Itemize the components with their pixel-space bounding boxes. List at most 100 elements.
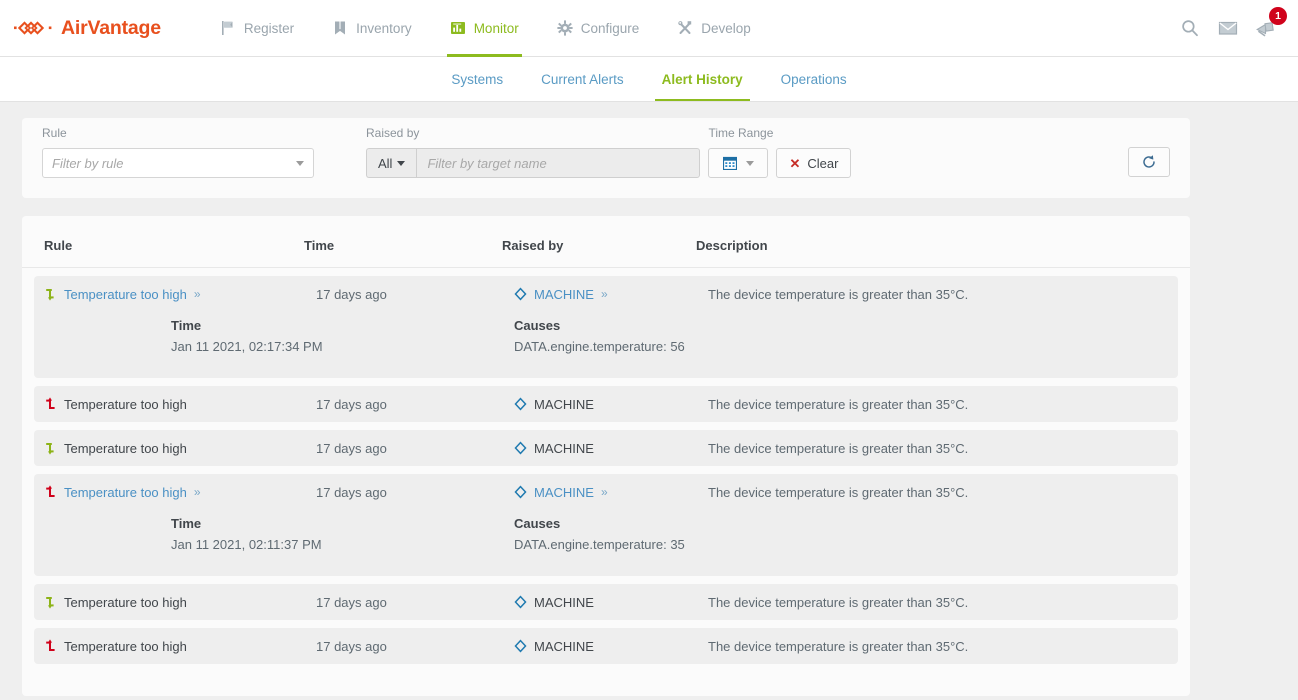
- raised-by-text: MACHINE: [534, 440, 594, 456]
- column-header-raised-by: Raised by: [502, 238, 564, 253]
- tools-icon: [678, 21, 692, 34]
- detail-causes-label: Causes: [514, 318, 561, 333]
- nav-item-register[interactable]: Register: [201, 0, 313, 57]
- table-row[interactable]: Temperature too high 17 days ago MACHINE Th…: [34, 584, 1178, 620]
- nav-item-monitor[interactable]: Monitor: [431, 0, 538, 57]
- rule-text: Temperature too high: [64, 594, 187, 610]
- rule-text: Temperature too high: [64, 396, 187, 412]
- clear-button-label: Clear: [807, 155, 839, 171]
- table-header-row: Rule Time Raised by Description: [22, 216, 1190, 268]
- cell-description: The device temperature is greater than 3…: [708, 440, 969, 456]
- detail-time-block: Time Jan 11 2021, 02:17:34 PM: [34, 318, 514, 354]
- table-row-summary[interactable]: Temperature too high » 17 days ago MACHINE »…: [34, 474, 1178, 510]
- table-row-summary[interactable]: Temperature too high 17 days ago MACHINE Th…: [34, 386, 1178, 422]
- cell-time: 17 days ago: [316, 594, 387, 610]
- tab-alert-history[interactable]: Alert History: [643, 57, 762, 101]
- chevron-right-icon: »: [193, 287, 201, 301]
- cell-raised-by: MACHINE: [514, 639, 708, 654]
- chevron-down-icon: [296, 160, 304, 166]
- cell-raised-by: MACHINE: [514, 397, 708, 412]
- table-row[interactable]: Temperature too high 17 days ago MACHINE Th…: [34, 430, 1178, 466]
- chevron-down-icon: [397, 160, 406, 166]
- time-range-field: Time Range ✕ Clear: [700, 126, 852, 178]
- tab-current-alerts-label: Current Alerts: [541, 71, 624, 87]
- raised-by-input-group: All: [366, 148, 701, 178]
- announcement-badge-count: 1: [1269, 7, 1287, 25]
- rule-link[interactable]: Temperature too high: [64, 485, 187, 500]
- chevron-right-icon: »: [600, 485, 608, 499]
- nav-item-inventory[interactable]: Inventory: [313, 0, 431, 57]
- nav-item-monitor-label: Monitor: [473, 20, 519, 36]
- raised-by-text: MACHINE: [534, 638, 594, 654]
- detail-causes-value: DATA.engine.temperature: 56: [514, 339, 685, 354]
- alert-history-table: Rule Time Raised by Description Temperat…: [22, 216, 1190, 696]
- rule-filter-placeholder: Filter by rule: [52, 155, 124, 171]
- table-row[interactable]: Temperature too high » 17 days ago MACHINE »…: [34, 474, 1178, 576]
- time-range-label: Time Range: [708, 126, 774, 140]
- nav-item-inventory-label: Inventory: [356, 20, 412, 36]
- diamond-icon: [514, 485, 527, 499]
- time-range-calendar-button[interactable]: [708, 148, 769, 178]
- primary-nav: Register Inventory Monitor Configure Dev…: [201, 0, 770, 57]
- gear-icon: [557, 20, 573, 36]
- cell-rule: Temperature too high »: [34, 287, 316, 302]
- nav-item-configure[interactable]: Configure: [538, 0, 659, 57]
- brand-logo-link[interactable]: AirVantage: [14, 16, 161, 40]
- table-row-summary[interactable]: Temperature too high 17 days ago MACHINE Th…: [34, 584, 1178, 620]
- table-row-summary[interactable]: Temperature too high 17 days ago MACHINE Th…: [34, 430, 1178, 466]
- airvantage-chevron-logo-icon: [14, 21, 52, 35]
- cell-time: 17 days ago: [316, 440, 387, 456]
- table-row[interactable]: Temperature too high » 17 days ago MACHINE »…: [34, 276, 1178, 378]
- detail-time-block: Time Jan 11 2021, 02:11:37 PM: [34, 516, 514, 552]
- raised-by-text: MACHINE: [534, 396, 594, 412]
- table-row[interactable]: Temperature too high 17 days ago MACHINE Th…: [34, 386, 1178, 422]
- page-body: Rule Filter by rule Raised by All Time R…: [0, 102, 1298, 699]
- cell-raised-by: MACHINE: [514, 441, 708, 456]
- table-row-detail: Time Jan 11 2021, 02:11:37 PM Causes DATA.e…: [34, 510, 1178, 576]
- detail-causes-value: DATA.engine.temperature: 35: [514, 537, 685, 552]
- cell-time: 17 days ago: [316, 396, 387, 412]
- cell-time: 17 days ago: [316, 484, 387, 500]
- diamond-icon: [514, 397, 527, 411]
- cell-description: The device temperature is greater than 3…: [708, 286, 969, 302]
- raised-by-scope-value: All: [378, 155, 393, 171]
- alert-raised-icon: [46, 397, 55, 409]
- detail-time-value: Jan 11 2021, 02:11:37 PM: [171, 537, 322, 552]
- refresh-button[interactable]: [1128, 147, 1170, 177]
- table-row[interactable]: Temperature too high 17 days ago MACHINE Th…: [34, 628, 1178, 664]
- raised-by-link[interactable]: MACHINE: [534, 287, 594, 302]
- announcement-button[interactable]: 1: [1256, 7, 1287, 38]
- table-row-summary[interactable]: Temperature too high 17 days ago MACHINE Th…: [34, 628, 1178, 664]
- raised-by-filter-label: Raised by: [366, 126, 420, 140]
- tab-systems-label: Systems: [451, 71, 504, 87]
- table-row-summary[interactable]: Temperature too high » 17 days ago MACHINE »…: [34, 276, 1178, 312]
- tab-operations-label: Operations: [780, 71, 847, 87]
- nav-item-develop[interactable]: Develop: [658, 0, 770, 57]
- tab-operations[interactable]: Operations: [762, 57, 866, 101]
- calendar-icon: [722, 156, 737, 170]
- raised-by-target-input[interactable]: [416, 148, 701, 178]
- rule-filter-select[interactable]: Filter by rule: [42, 148, 314, 178]
- cell-rule: Temperature too high: [34, 441, 316, 456]
- clear-time-range-button[interactable]: ✕ Clear: [776, 148, 852, 178]
- topnav-tools: 1: [1180, 7, 1287, 38]
- mail-icon[interactable]: [1218, 18, 1238, 38]
- cell-description: The device temperature is greater than 3…: [708, 594, 969, 610]
- column-header-time: Time: [304, 238, 335, 253]
- tab-alert-history-label: Alert History: [661, 71, 743, 87]
- raised-by-scope-dropdown[interactable]: All: [366, 148, 417, 178]
- rule-link[interactable]: Temperature too high: [64, 287, 187, 302]
- alert-cleared-icon: [46, 443, 54, 455]
- cell-raised-by: MACHINE »: [514, 287, 708, 302]
- column-header-rule: Rule: [44, 238, 73, 253]
- alert-raised-icon: [46, 485, 55, 497]
- top-navigation-bar: AirVantage Register Inventory Monitor Co…: [0, 0, 1298, 57]
- chevron-down-icon: [745, 160, 754, 166]
- cell-rule: Temperature too high: [34, 397, 316, 412]
- raised-by-link[interactable]: MACHINE: [534, 485, 594, 500]
- search-icon[interactable]: [1180, 18, 1200, 38]
- chevron-right-icon: »: [600, 287, 608, 301]
- tab-current-alerts[interactable]: Current Alerts: [522, 57, 643, 101]
- nav-item-register-label: Register: [243, 20, 295, 36]
- tab-systems[interactable]: Systems: [432, 57, 522, 101]
